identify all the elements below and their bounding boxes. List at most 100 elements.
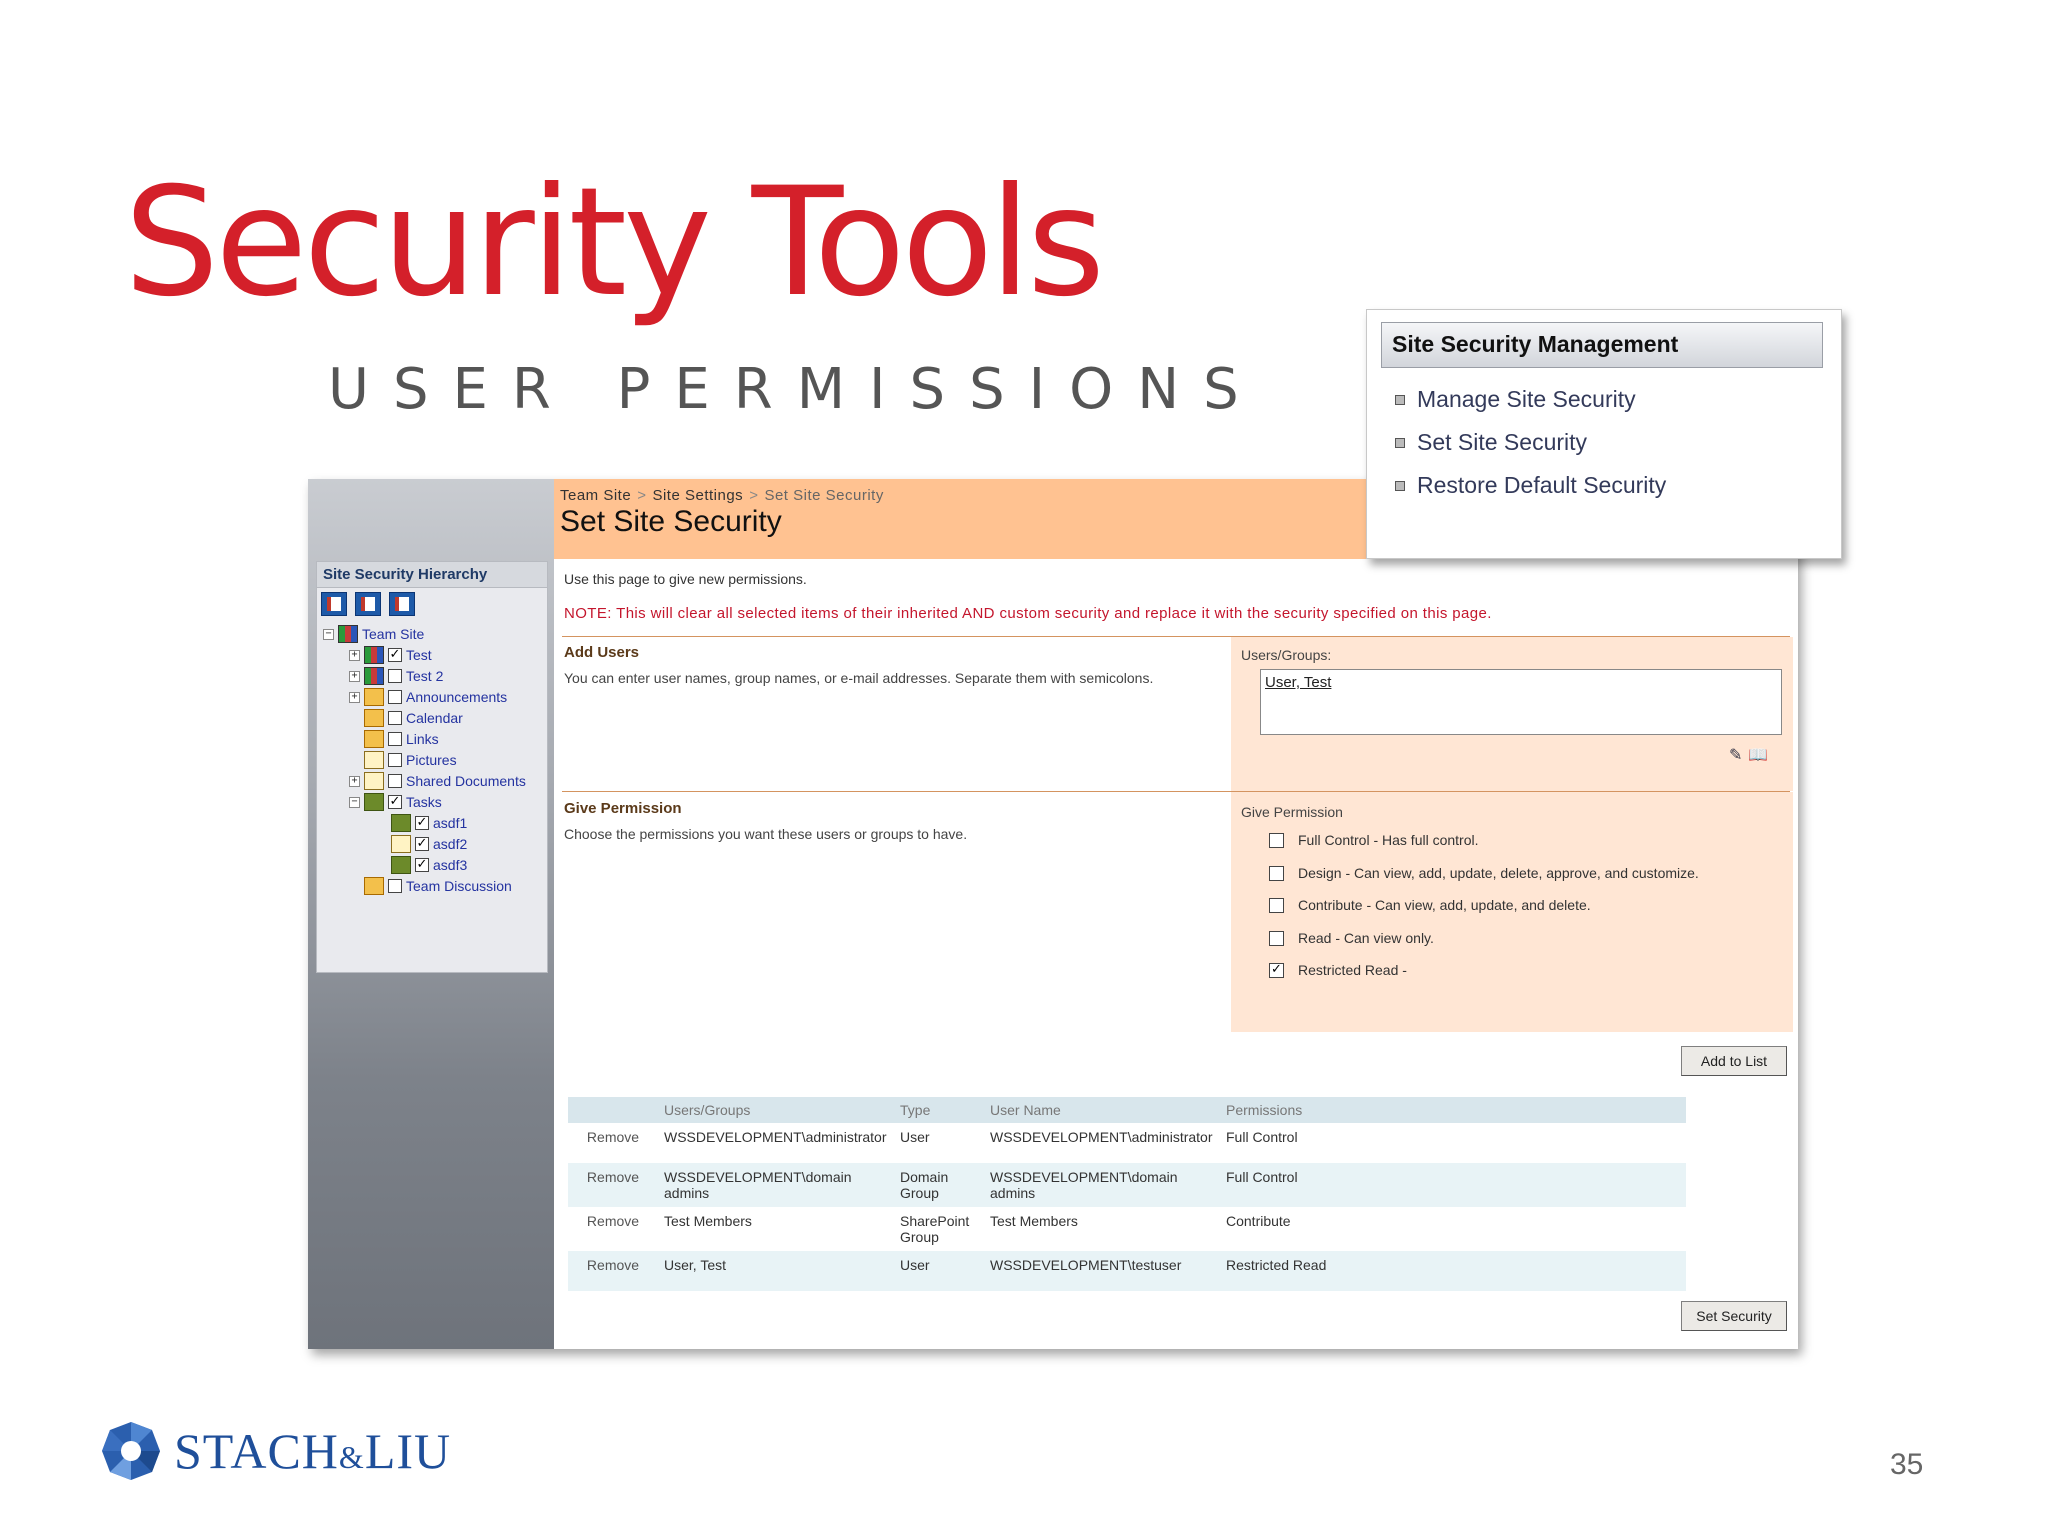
tree-item-label: Test 2 bbox=[406, 668, 444, 684]
tree-checkbox[interactable]: ✓ bbox=[415, 816, 429, 830]
set-security-button[interactable]: Set Security bbox=[1681, 1301, 1787, 1331]
menu-item-label: Set Site Security bbox=[1417, 429, 1588, 455]
permission-label: Design - Can view, add, update, delete, … bbox=[1298, 865, 1699, 881]
cell-user-name: Test Members bbox=[990, 1213, 1078, 1229]
menu-item-label: Restore Default Security bbox=[1417, 472, 1667, 498]
column-header bbox=[568, 1097, 658, 1123]
collapse-icon[interactable]: − bbox=[349, 796, 360, 808]
table-row: Remove WSSDEVELOPMENT\administrator User… bbox=[568, 1123, 1686, 1163]
users-groups-label: Users/Groups: bbox=[1241, 647, 1332, 663]
tree-checkbox[interactable]: ✓ bbox=[388, 648, 402, 662]
give-permission-label: Give Permission bbox=[1241, 804, 1343, 820]
tree-checkbox[interactable]: ✓ bbox=[415, 837, 429, 851]
breadcrumb-team-site[interactable]: Team Site bbox=[560, 487, 631, 504]
tree-checkbox[interactable]: ✓ bbox=[388, 795, 402, 809]
column-header: Users/Groups bbox=[658, 1097, 894, 1123]
cell-permissions: Full Control bbox=[1226, 1129, 1298, 1145]
tree-item-label: Calendar bbox=[406, 710, 463, 726]
site-icon bbox=[338, 625, 358, 643]
give-permission-panel: Give Permission Full Control - Has full … bbox=[1231, 792, 1793, 1032]
subsite-icon bbox=[364, 646, 384, 664]
tree-checkbox[interactable] bbox=[388, 753, 402, 767]
breadcrumb-site-settings[interactable]: Site Settings bbox=[652, 487, 743, 504]
list-icon bbox=[364, 709, 384, 727]
cell-users-groups: Test Members bbox=[664, 1213, 752, 1229]
expand-icon[interactable]: + bbox=[349, 649, 360, 661]
permission-read[interactable]: Read - Can view only. bbox=[1269, 930, 1434, 946]
page-number: 35 bbox=[1890, 1448, 1924, 1481]
tree-item-label: Shared Documents bbox=[406, 773, 526, 789]
permission-design[interactable]: Design - Can view, add, update, delete, … bbox=[1269, 865, 1699, 881]
cell-type: Domain Group bbox=[894, 1163, 984, 1207]
column-header: Permissions bbox=[1220, 1097, 1686, 1123]
menu-item-restore-default-security[interactable]: Restore Default Security bbox=[1395, 472, 1666, 499]
tree-item-label: asdf3 bbox=[433, 857, 468, 873]
check-names-icon[interactable]: ✎ bbox=[1729, 745, 1742, 765]
cell-type: User bbox=[900, 1129, 930, 1145]
permission-label: Contribute - Can view, add, update, and … bbox=[1298, 897, 1591, 913]
table-row: Remove User, Test User WSSDEVELOPMENT\te… bbox=[568, 1251, 1686, 1291]
column-header: Type bbox=[894, 1097, 984, 1123]
permission-checkbox[interactable] bbox=[1269, 897, 1284, 913]
permission-checkbox[interactable]: ✓ bbox=[1269, 962, 1284, 978]
breadcrumb-separator: > bbox=[749, 487, 759, 504]
company-logo: STACH&LIU bbox=[100, 1420, 451, 1482]
table-header: Users/Groups Type User Name Permissions bbox=[568, 1097, 1686, 1123]
give-permission-heading: Give Permission bbox=[564, 800, 682, 817]
tree-checkbox[interactable] bbox=[388, 711, 402, 725]
permission-checkbox[interactable] bbox=[1269, 832, 1284, 848]
tree-item-label: Announcements bbox=[406, 689, 508, 705]
add-to-list-button[interactable]: Add to List bbox=[1681, 1046, 1787, 1076]
expand-all-icon[interactable] bbox=[321, 592, 347, 616]
remove-link[interactable]: Remove bbox=[568, 1163, 658, 1207]
expand-icon[interactable]: + bbox=[349, 670, 360, 682]
permission-restricted-read[interactable]: ✓ Restricted Read - bbox=[1269, 962, 1407, 978]
expand-icon[interactable]: + bbox=[349, 775, 360, 787]
collapse-icon[interactable]: − bbox=[323, 628, 334, 640]
remove-link[interactable]: Remove bbox=[568, 1207, 658, 1251]
breadcrumb-current: Set Site Security bbox=[764, 487, 884, 504]
users-groups-input[interactable]: User, Test bbox=[1260, 669, 1782, 735]
give-permission-description: Choose the permissions you want these us… bbox=[564, 826, 968, 842]
expand-icon[interactable]: + bbox=[349, 691, 360, 703]
tree-item-team-discussion[interactable]: Team Discussion bbox=[364, 874, 512, 898]
permission-full-control[interactable]: Full Control - Has full control. bbox=[1269, 832, 1479, 848]
task-item-icon bbox=[391, 814, 411, 832]
menu-item-set-site-security[interactable]: Set Site Security bbox=[1395, 429, 1587, 456]
sharepoint-screenshot: Site Security Hierarchy − Team Site + ✓ … bbox=[308, 479, 1798, 1349]
add-users-description: You can enter user names, group names, o… bbox=[564, 670, 1154, 686]
remove-link[interactable]: Remove bbox=[568, 1251, 658, 1291]
list-icon bbox=[364, 688, 384, 706]
tree-item-label: Team Discussion bbox=[406, 878, 512, 894]
remove-link[interactable]: Remove bbox=[568, 1123, 658, 1163]
logo-word: STACH bbox=[174, 1423, 339, 1479]
logo-mark-icon bbox=[102, 1422, 160, 1480]
cell-user-name: WSSDEVELOPMENT\testuser bbox=[984, 1251, 1220, 1291]
permission-contribute[interactable]: Contribute - Can view, add, update, and … bbox=[1269, 897, 1591, 913]
cell-users-groups: User, Test bbox=[658, 1251, 894, 1291]
slide-subtitle: USER PERMISSIONS bbox=[328, 357, 1263, 422]
tasks-icon bbox=[364, 793, 384, 811]
collapse-all-icon[interactable] bbox=[355, 592, 381, 616]
tree-checkbox[interactable] bbox=[388, 732, 402, 746]
main-content: Team Site > Site Settings > Set Site Securit… bbox=[554, 479, 1798, 1349]
cell-user-name: WSSDEVELOPMENT\domain admins bbox=[984, 1163, 1220, 1207]
warning-note: NOTE: This will clear all selected items… bbox=[564, 605, 1492, 622]
tree-checkbox[interactable] bbox=[388, 879, 402, 893]
tree-checkbox[interactable]: ✓ bbox=[415, 858, 429, 872]
permission-checkbox[interactable] bbox=[1269, 930, 1284, 946]
refresh-tree-icon[interactable] bbox=[389, 592, 415, 616]
tree-checkbox[interactable] bbox=[388, 774, 402, 788]
list-icon bbox=[364, 877, 384, 895]
menu-item-manage-site-security[interactable]: Manage Site Security bbox=[1395, 386, 1636, 413]
tree-checkbox[interactable] bbox=[388, 690, 402, 704]
permission-checkbox[interactable] bbox=[1269, 865, 1284, 881]
permission-label: Restricted Read - bbox=[1298, 962, 1407, 978]
logo-wordmark: STACH&LIU bbox=[174, 1422, 451, 1480]
intro-text: Use this page to give new permissions. bbox=[564, 571, 807, 587]
tree-checkbox[interactable] bbox=[388, 669, 402, 683]
picker-icons: ✎ 📖 bbox=[1729, 745, 1768, 765]
slide-title: Security Tools bbox=[124, 156, 1105, 330]
cell-permissions: Full Control bbox=[1220, 1163, 1686, 1207]
address-book-icon[interactable]: 📖 bbox=[1748, 745, 1768, 765]
